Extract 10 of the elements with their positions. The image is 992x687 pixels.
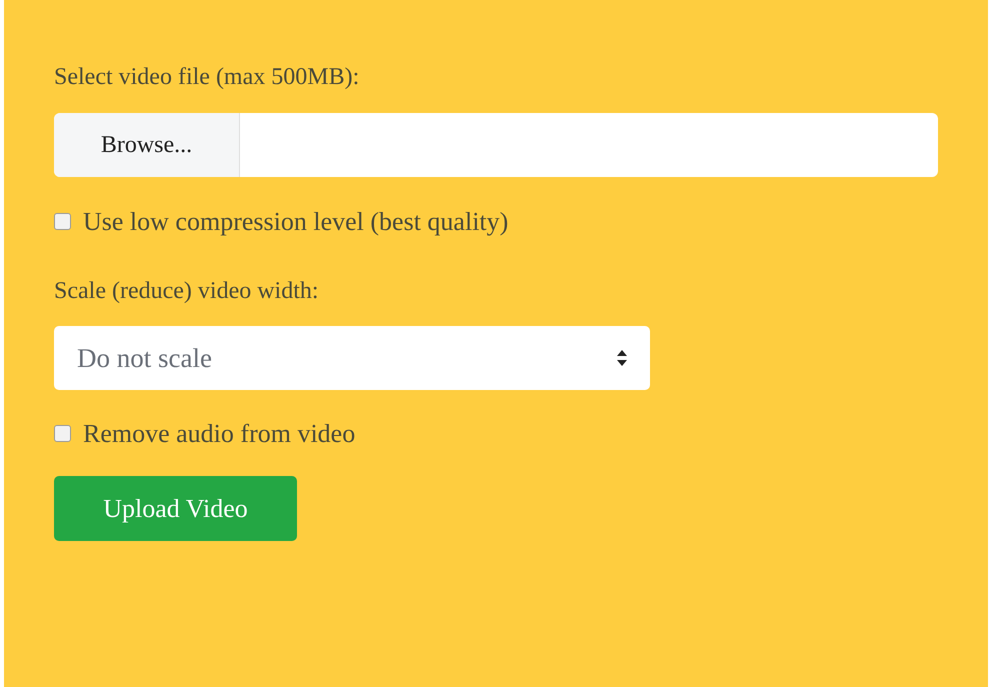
field-label: Scale (reduce) video width: bbox=[54, 277, 319, 306]
field-label: Select video file (max 500MB): bbox=[54, 63, 360, 92]
checkbox[interactable] bbox=[54, 424, 71, 442]
file-input[interactable]: Browse... bbox=[54, 113, 938, 177]
checkbox[interactable] bbox=[54, 212, 71, 230]
sort-arrows-icon bbox=[616, 348, 628, 368]
scale-select[interactable]: Do not scale bbox=[54, 326, 650, 390]
browse-button[interactable]: Browse... bbox=[54, 113, 240, 177]
checkbox-label: Use low compression level (best quality) bbox=[83, 206, 508, 238]
checkbox-label: Remove audio from video bbox=[83, 418, 356, 450]
